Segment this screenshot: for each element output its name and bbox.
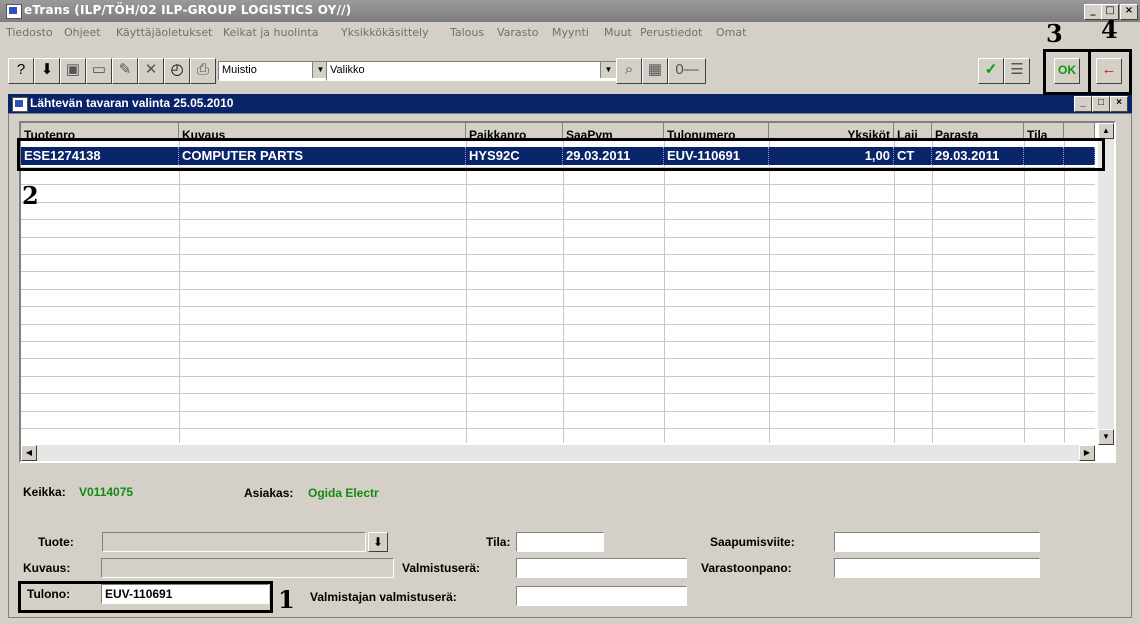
menu-bar: Tiedosto Ohjeet Käyttäjäoletukset Keikat…: [0, 22, 1140, 42]
grid-hline: [21, 201, 1095, 203]
annotation-number-3: 3: [1046, 19, 1063, 48]
varastoonpano-field[interactable]: [834, 558, 1040, 578]
grid-hline: [21, 236, 1095, 238]
grid-vline: [664, 141, 665, 443]
valmistusera-label: Valmistuserä:: [402, 561, 481, 575]
menu-ohjeet[interactable]: Ohjeet: [64, 26, 101, 39]
grid-vline: [894, 141, 895, 443]
grid-vline: [466, 141, 467, 443]
valmistusera-field[interactable]: [516, 558, 687, 578]
annotation-box-3: [1043, 49, 1091, 95]
grid-vline: [1024, 141, 1025, 443]
grid-hline: [21, 288, 1095, 290]
keikka-value: V0114075: [79, 485, 134, 499]
asiakas-value: Ogida Electr: [308, 486, 379, 500]
grid-hline: [21, 254, 1095, 255]
child-window-title-bar: Lähtevän tavaran valinta 25.05.2010 _ □ …: [8, 94, 1132, 113]
arrow-down-icon[interactable]: ⬇: [368, 532, 388, 552]
tuote-field[interactable]: [102, 532, 366, 552]
vertical-scrollbar[interactable]: ▲ ▼: [1098, 123, 1114, 445]
menu-keikat-ja-huolinta[interactable]: Keikat ja huolinta: [223, 26, 318, 39]
scroll-up-icon[interactable]: ▲: [1098, 123, 1114, 139]
grid-hline: [21, 393, 1095, 395]
grid-hline: [21, 219, 1095, 221]
child-maximize-button[interactable]: □: [1092, 96, 1110, 112]
tila-label: Tila:: [486, 535, 511, 549]
kuvaus-label: Kuvaus:: [23, 561, 71, 575]
annotation-number-4: 4: [1101, 15, 1118, 44]
menu-yksikkokasittely[interactable]: Yksikkökäsittely: [341, 26, 429, 39]
annotation-box-4: [1088, 49, 1132, 95]
grid-hline: [21, 271, 1095, 273]
help-icon[interactable]: ?: [8, 58, 34, 84]
grid-vline: [932, 141, 933, 443]
child-window-icon: [12, 97, 28, 112]
child-window-title: Lähtevän tavaran valinta 25.05.2010: [30, 96, 234, 110]
saapumisviite-field[interactable]: [834, 532, 1040, 552]
grid-hline: [21, 358, 1095, 360]
key-icon[interactable]: 0—: [668, 58, 706, 84]
minimize-button[interactable]: _: [1084, 4, 1102, 20]
scroll-left-icon[interactable]: ◀: [21, 445, 37, 461]
app-title: eTrans (ILP/TÖH/02 ILP-GROUP LOGISTICS O…: [24, 3, 352, 17]
search-icon[interactable]: ⌕: [616, 58, 642, 84]
menu-muut[interactable]: Muut: [604, 26, 632, 39]
save-icon[interactable]: ▣: [60, 58, 86, 84]
delete-icon[interactable]: ✕: [138, 58, 164, 84]
grid-vline: [563, 141, 564, 443]
clock-icon[interactable]: ◴: [164, 58, 190, 84]
valikko-combo[interactable]: Valikko ▼: [326, 61, 617, 81]
child-minimize-button[interactable]: _: [1074, 96, 1092, 112]
grid-hline: [21, 375, 1095, 377]
annotation-box-2: [17, 138, 1105, 171]
grid-hline: [21, 184, 1095, 186]
asiakas-label: Asiakas:: [244, 486, 294, 500]
grid-hline: [21, 341, 1095, 342]
app-title-bar: eTrans (ILP/TÖH/02 ILP-GROUP LOGISTICS O…: [0, 0, 1140, 22]
menu-omat[interactable]: Omat: [716, 26, 746, 39]
tuote-label: Tuote:: [38, 535, 74, 549]
grid-hline: [21, 323, 1095, 325]
menu-tiedosto[interactable]: Tiedosto: [6, 26, 53, 39]
grid-vline: [1064, 141, 1065, 443]
new-document-icon[interactable]: ▭: [86, 58, 112, 84]
varastoonpano-label: Varastoonpano:: [701, 561, 792, 575]
child-close-button[interactable]: ×: [1110, 96, 1128, 112]
scroll-down-icon[interactable]: ▼: [1098, 429, 1114, 445]
valmistajan-valmistusera-label: Valmistajan valmistuserä:: [310, 590, 457, 604]
menu-kayttajaoletukset[interactable]: Käyttäjäoletukset: [116, 26, 212, 39]
menu-perustiedot[interactable]: Perustiedot: [640, 26, 702, 39]
arrow-down-icon[interactable]: ⬇: [34, 58, 60, 84]
grid-vline: [769, 141, 770, 443]
menu-talous[interactable]: Talous: [450, 26, 484, 39]
toolbar: ? ⬇ ▣ ▭ ✎ ✕ ◴ ⎙ Muistio ▼ Valikko ▼ ⌕ ▦ 0—…: [0, 42, 1140, 92]
grid-hline: [21, 410, 1095, 412]
kuvaus-field[interactable]: [101, 558, 394, 578]
camera-icon[interactable]: ▦: [642, 58, 668, 84]
grid-hline: [21, 428, 1095, 429]
menu-varasto[interactable]: Varasto: [497, 26, 538, 39]
checkmark-icon[interactable]: ✓: [978, 58, 1004, 84]
valmistajan-valmistusera-field[interactable]: [516, 586, 687, 606]
close-button[interactable]: ×: [1120, 4, 1138, 20]
product-grid[interactable]: Tuotenro Kuvaus Paikkanro SaaPvm Tulonum…: [19, 121, 1116, 463]
horizontal-scrollbar[interactable]: ◀ ▶: [21, 445, 1095, 461]
tila-field[interactable]: [516, 532, 604, 552]
menu-myynti[interactable]: Myynti: [552, 26, 589, 39]
muistio-combo[interactable]: Muistio ▼: [218, 61, 329, 81]
list-icon[interactable]: ☰: [1004, 58, 1030, 84]
annotation-number-1: 1: [278, 585, 295, 614]
keikka-label: Keikka:: [23, 485, 66, 499]
annotation-number-2: 2: [22, 181, 39, 210]
print-icon[interactable]: ⎙: [190, 58, 216, 84]
grid-hline: [21, 306, 1095, 308]
grid-vline: [179, 141, 180, 443]
edit-icon[interactable]: ✎: [112, 58, 138, 84]
chevron-down-icon[interactable]: ▼: [600, 62, 616, 78]
annotation-box-1: [18, 581, 273, 613]
scroll-right-icon[interactable]: ▶: [1079, 445, 1095, 461]
app-icon: [6, 4, 22, 19]
saapumisviite-label: Saapumisviite:: [710, 535, 795, 549]
